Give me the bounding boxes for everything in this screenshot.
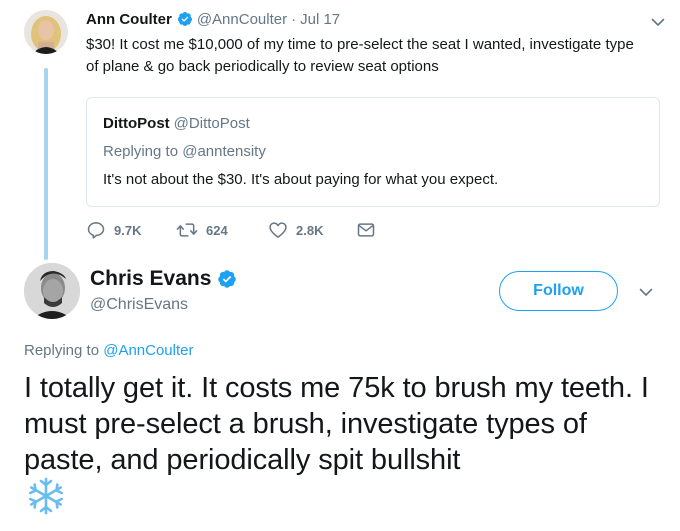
verified-badge-icon [177,11,193,27]
replying-to-label: Replying to [103,143,183,160]
verified-badge-icon [217,269,237,289]
tweet-page: Ann Coulter @AnnCoulter · Jul 17 $30! It… [0,0,680,531]
author-name[interactable]: Chris Evans [90,267,211,291]
parent-tweet-text: $30! It cost me $10,000 of my time to pr… [86,36,634,75]
heart-icon [268,220,288,240]
retweet-button[interactable]: 624 [176,220,268,240]
separator-dot: · [291,10,297,28]
chevron-down-icon[interactable] [638,284,654,300]
parent-tweet-header: Ann Coulter @AnnCoulter · Jul 17 [86,8,666,30]
author-name[interactable]: Ann Coulter [86,11,172,28]
chevron-down-icon[interactable] [650,14,666,30]
reply-button[interactable]: 9.7K [86,220,176,240]
author-handle[interactable]: @AnnCoulter [197,11,287,28]
thread-connector-line [44,68,48,260]
retweet-count: 624 [206,222,228,238]
follow-button[interactable]: Follow [499,271,618,311]
main-tweet-author: Chris Evans @ChrisEvans [90,266,237,314]
replying-to-label: Replying to [24,342,104,359]
quoted-author-handle: @DittoPost [173,115,250,132]
tweet-action-bar: 9.7K 624 2.8K [86,218,376,242]
snowflake-icon [26,476,66,516]
like-count: 2.8K [296,222,324,238]
replying-to: Replying to @AnnCoulter [24,342,194,359]
reply-count: 9.7K [114,222,142,238]
avatar-ann-coulter[interactable] [24,10,68,54]
replying-to-mention: @anntensity [182,143,266,160]
reply-icon [86,220,106,240]
quoted-author-name: DittoPost [103,115,170,132]
tweet-timestamp[interactable]: Jul 17 [300,11,340,28]
parent-tweet: Ann Coulter @AnnCoulter · Jul 17 $30! It… [86,8,666,78]
author-name-row: Chris Evans [90,266,237,292]
quoted-replying-to: Replying to @anntensity [103,142,643,162]
author-handle[interactable]: @ChrisEvans [90,296,237,314]
main-tweet-text: I totally get it. It costs me 75k to bru… [24,372,649,476]
retweet-icon [176,220,198,240]
quoted-tweet-card[interactable]: DittoPost @DittoPost Replying to @anntens… [86,97,660,207]
like-button[interactable]: 2.8K [268,220,356,240]
quoted-tweet-header: DittoPost @DittoPost [103,114,643,134]
avatar-chris-evans[interactable] [24,263,80,319]
envelope-icon [356,220,376,240]
replying-to-mention[interactable]: @AnnCoulter [103,342,193,359]
direct-message-button[interactable] [356,220,376,240]
quoted-tweet-text: It's not about the $30. It's about payin… [103,171,499,188]
